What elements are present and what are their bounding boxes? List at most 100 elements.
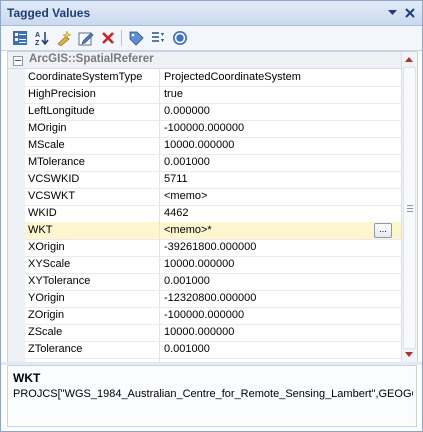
- property-name: VCSWKID: [28, 173, 80, 185]
- property-row[interactable]: XYScale 10000.000000: [8, 256, 402, 274]
- property-value[interactable]: <memo>: [164, 190, 207, 202]
- categorized-view-icon[interactable]: [11, 29, 29, 47]
- property-row[interactable]: MTolerance 0.001000: [8, 154, 402, 172]
- sort-alphabetical-icon[interactable]: AZ: [33, 29, 51, 47]
- column-divider: [159, 307, 160, 324]
- help-icon[interactable]: [171, 29, 189, 47]
- row-gutter: [8, 324, 25, 341]
- column-divider: [159, 171, 160, 188]
- property-name: XYScale: [28, 258, 71, 270]
- window-title: Tagged Values: [7, 6, 91, 20]
- column-divider: [159, 290, 160, 307]
- collapse-icon[interactable]: [13, 56, 23, 66]
- property-value[interactable]: 10000.000000: [164, 326, 234, 338]
- property-value[interactable]: -100000.000000: [164, 309, 244, 321]
- property-row[interactable]: YOrigin -12320800.000000: [8, 290, 402, 308]
- filter-icon[interactable]: [149, 29, 167, 47]
- property-value[interactable]: 0.001000: [164, 156, 210, 168]
- property-name: ZOrigin: [28, 309, 65, 321]
- row-gutter: [8, 307, 25, 324]
- property-name: MOrigin: [28, 122, 67, 134]
- scroll-down-icon[interactable]: [405, 352, 413, 357]
- property-row[interactable]: LeftLongitude 0.000000: [8, 103, 402, 121]
- close-icon[interactable]: [403, 6, 417, 20]
- property-value[interactable]: -100000.000000: [164, 122, 244, 134]
- property-row[interactable]: CoordinateSystemType ProjectedCoordinateS…: [8, 69, 402, 87]
- property-row[interactable]: XOrigin -39261800.000000: [8, 239, 402, 257]
- property-name: WKT: [28, 224, 156, 236]
- column-divider: [159, 103, 160, 120]
- property-value[interactable]: 10000.000000: [164, 139, 234, 151]
- property-row[interactable]: HighPrecision true: [8, 86, 402, 104]
- scroll-up-icon[interactable]: [405, 57, 413, 62]
- toolbar-separator: [121, 30, 122, 46]
- description-panel: WKT PROJCS["WGS_1984_Australian_Centre_f…: [7, 365, 417, 427]
- delete-icon[interactable]: [99, 29, 117, 47]
- row-gutter: [8, 103, 25, 120]
- scroll-thumb[interactable]: [403, 67, 416, 349]
- column-divider: [159, 324, 160, 341]
- property-value[interactable]: 10000.000000: [164, 258, 234, 270]
- property-row[interactable]: MScale 10000.000000: [8, 137, 402, 155]
- property-row[interactable]: VCSWKID 5711: [8, 171, 402, 189]
- property-value[interactable]: <memo>*: [164, 224, 212, 236]
- add-tag-icon[interactable]: [55, 29, 73, 47]
- property-value[interactable]: 4462: [164, 207, 188, 219]
- column-divider: [159, 205, 160, 222]
- column-divider: [159, 137, 160, 154]
- property-row[interactable]: ZScale 10000.000000: [8, 324, 402, 342]
- property-value[interactable]: -12320800.000000: [164, 292, 256, 304]
- property-name: YOrigin: [28, 292, 65, 304]
- property-value[interactable]: 0.001000: [164, 275, 210, 287]
- row-gutter: [8, 120, 25, 137]
- property-value[interactable]: 0.000000: [164, 105, 210, 117]
- property-name: MScale: [28, 139, 65, 151]
- toolbar: AZ: [1, 26, 422, 51]
- property-row[interactable]: WKID 4462: [8, 205, 402, 223]
- property-name: MTolerance: [28, 156, 85, 168]
- property-grid: ArcGIS::SpatialReferer CoordinateSystemT…: [7, 51, 402, 363]
- property-row[interactable]: ZTolerance 0.001000: [8, 341, 402, 359]
- column-divider: [159, 239, 160, 256]
- property-row[interactable]: WKT <memo>*...: [8, 222, 402, 240]
- property-name: CoordinateSystemType: [28, 71, 143, 83]
- property-name: WKID: [28, 207, 57, 219]
- vertical-scrollbar[interactable]: [401, 51, 418, 363]
- row-gutter: [8, 188, 25, 205]
- row-gutter: [8, 273, 25, 290]
- grip-icon: [407, 205, 413, 212]
- property-value[interactable]: 0.001000: [164, 343, 210, 355]
- property-row[interactable]: XYTolerance 0.001000: [8, 273, 402, 291]
- column-divider: [159, 154, 160, 171]
- column-divider: [159, 256, 160, 273]
- property-value[interactable]: -39261800.000000: [164, 241, 256, 253]
- row-gutter: [8, 222, 25, 239]
- property-name: XYTolerance: [28, 275, 91, 287]
- title-bar: Tagged Values: [1, 1, 422, 26]
- row-gutter: [8, 69, 25, 86]
- column-divider: [159, 69, 160, 86]
- property-row[interactable]: MOrigin -100000.000000: [8, 120, 402, 138]
- property-name: ZTolerance: [28, 343, 83, 355]
- svg-text:Z: Z: [35, 40, 40, 46]
- edit-tag-icon[interactable]: [77, 29, 95, 47]
- row-gutter: [8, 290, 25, 307]
- row-gutter: [8, 239, 25, 256]
- row-gutter: [8, 86, 25, 103]
- property-name: HighPrecision: [28, 88, 96, 100]
- property-name: ZScale: [28, 326, 63, 338]
- row-gutter: [8, 137, 25, 154]
- property-value[interactable]: 5711: [164, 173, 188, 185]
- tag-icon[interactable]: [127, 29, 145, 47]
- property-value[interactable]: ProjectedCoordinateSystem: [164, 71, 301, 83]
- chevron-down-icon[interactable]: [385, 6, 399, 20]
- svg-text:A: A: [35, 32, 40, 39]
- row-gutter: [8, 341, 25, 358]
- property-row[interactable]: VCSWKT <memo>: [8, 188, 402, 206]
- ellipsis-button[interactable]: ...: [374, 223, 392, 238]
- category-row[interactable]: ArcGIS::SpatialReferer: [8, 52, 402, 69]
- row-gutter: [8, 171, 25, 188]
- property-value[interactable]: true: [164, 88, 183, 100]
- property-row[interactable]: ZOrigin -100000.000000: [8, 307, 402, 325]
- row-gutter: [8, 256, 25, 273]
